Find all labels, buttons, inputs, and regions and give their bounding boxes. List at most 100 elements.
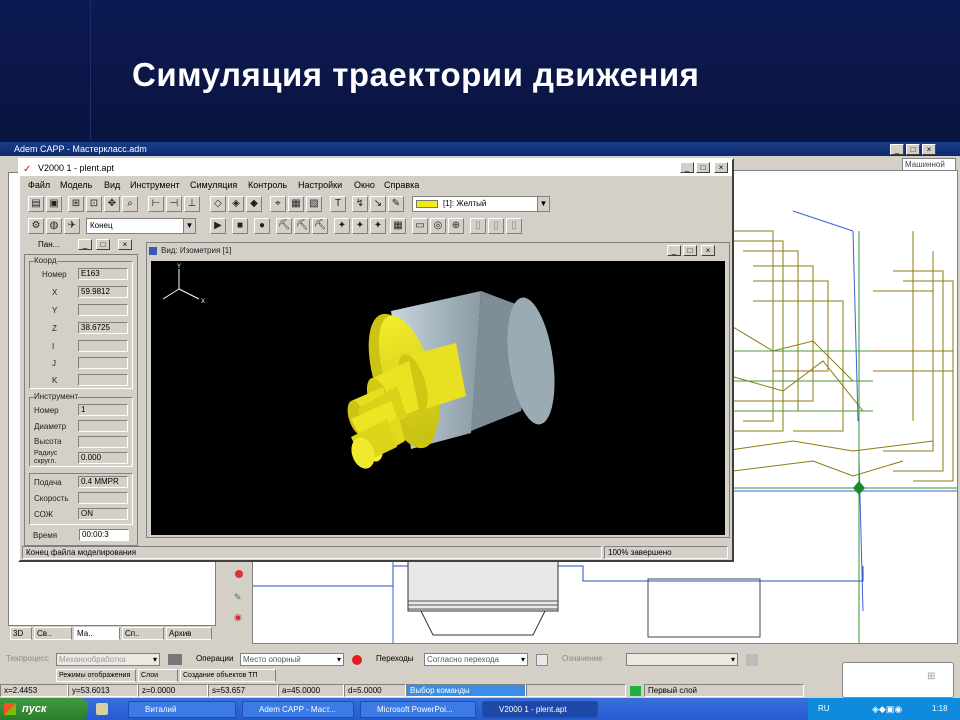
operation-combo[interactable]: Место опорный bbox=[240, 653, 344, 666]
brush-icon[interactable]: ✎ bbox=[388, 196, 404, 212]
menu-view[interactable]: Вид bbox=[104, 180, 120, 190]
operation-record-icon[interactable] bbox=[352, 655, 362, 665]
shade-icon[interactable]: ◆ bbox=[246, 196, 262, 212]
slide-divider bbox=[90, 0, 91, 140]
sim-e-icon[interactable]: ✦ bbox=[352, 218, 368, 234]
view-close-button[interactable]: × bbox=[701, 245, 715, 256]
v2000-close-button[interactable]: × bbox=[714, 162, 728, 173]
tool-icon[interactable]: ✎ bbox=[234, 592, 242, 603]
time-field: 00:00:3 bbox=[79, 529, 129, 541]
notation-icon[interactable] bbox=[746, 654, 758, 666]
trace-icon[interactable]: ↘ bbox=[370, 196, 386, 212]
tab-3d[interactable]: 3D bbox=[10, 627, 32, 640]
sim-g-icon[interactable]: ▭ bbox=[412, 218, 428, 234]
sim-k-icon[interactable]: ▯ bbox=[488, 218, 504, 234]
measure-icon[interactable]: ▦ bbox=[288, 196, 304, 212]
panel-minimize-button[interactable]: _ bbox=[78, 239, 92, 250]
sim-b-icon[interactable]: ⛏ bbox=[294, 218, 310, 234]
menu-control[interactable]: Контроль bbox=[248, 180, 287, 190]
tool-display-icon[interactable]: T bbox=[330, 196, 346, 212]
fit-icon[interactable]: ⊞ bbox=[68, 196, 84, 212]
panel-close-button[interactable]: × bbox=[118, 239, 132, 250]
menu-file[interactable]: Файл bbox=[28, 180, 50, 190]
pan-icon[interactable]: ✥ bbox=[104, 196, 120, 212]
sim-l-icon[interactable]: ▯ bbox=[506, 218, 522, 234]
sim-f-icon[interactable]: ✦ bbox=[370, 218, 386, 234]
section-icon[interactable]: ▧ bbox=[306, 196, 322, 212]
view-yz-icon[interactable]: ⊣ bbox=[166, 196, 182, 212]
tab-properties[interactable]: Св.. bbox=[34, 627, 72, 640]
techprocess-icon[interactable] bbox=[168, 654, 182, 665]
view-minimize-button[interactable]: _ bbox=[667, 245, 681, 256]
sim-progress-text: 100% завершено bbox=[604, 546, 728, 559]
panel-maximize-button[interactable]: □ bbox=[96, 239, 110, 250]
hidden-icon[interactable]: ◈ bbox=[228, 196, 244, 212]
transition-combo[interactable]: Согласно перехода bbox=[424, 653, 528, 666]
view-xy-icon[interactable]: ⊥ bbox=[184, 196, 200, 212]
wire-icon[interactable]: ◇ bbox=[210, 196, 226, 212]
sim-d-icon[interactable]: ✦ bbox=[334, 218, 350, 234]
menu-simulation[interactable]: Симуляция bbox=[190, 180, 237, 190]
step-icon[interactable]: ● bbox=[254, 218, 270, 234]
taskbar-item-v2000[interactable]: V2000 1 - plent.apt bbox=[482, 701, 598, 718]
tab-create-objects[interactable]: Создание объектов ТП bbox=[180, 669, 276, 682]
color-combo[interactable]: [1]: Желтый ▼ bbox=[412, 196, 550, 212]
sim-i-icon[interactable]: ⊕ bbox=[448, 218, 464, 234]
taskbar: пуск Виталий Adem CAPP - Маст... Microso… bbox=[0, 698, 960, 720]
sim-c-icon[interactable]: ⛏ bbox=[312, 218, 328, 234]
sim-h-icon[interactable]: ◎ bbox=[430, 218, 446, 234]
zoom-icon[interactable]: ⌕ bbox=[122, 196, 138, 212]
menu-model[interactable]: Модель bbox=[60, 180, 92, 190]
vertical-toolbar: ✎ ◉ bbox=[226, 560, 250, 642]
simulation-canvas[interactable]: Y X bbox=[151, 261, 725, 535]
sim-j-icon[interactable]: ▯ bbox=[470, 218, 486, 234]
menu-window[interactable]: Окно bbox=[354, 180, 375, 190]
menu-help[interactable]: Справка bbox=[384, 180, 419, 190]
taskbar-item-adem[interactable]: Adem CAPP - Маст... bbox=[242, 701, 354, 718]
outer-minimize-button[interactable]: _ bbox=[890, 144, 904, 155]
play-icon[interactable]: ▶ bbox=[210, 218, 226, 234]
tab-layers[interactable]: Слои bbox=[138, 669, 178, 682]
outer-close-button[interactable]: × bbox=[922, 144, 936, 155]
sim-settings-icon[interactable]: ⚙ bbox=[28, 218, 44, 234]
mode-combo[interactable]: Конец ▼ bbox=[86, 218, 196, 234]
view-xz-icon[interactable]: ⊢ bbox=[148, 196, 164, 212]
open-icon[interactable]: ▤ bbox=[28, 196, 44, 212]
quicklaunch-icon[interactable] bbox=[96, 703, 108, 715]
chevron-down-icon[interactable]: ▼ bbox=[183, 219, 195, 233]
tool-label-0: Номер bbox=[34, 406, 59, 415]
lang-indicator[interactable]: RU bbox=[818, 698, 830, 720]
zoom-window-icon[interactable]: ⊡ bbox=[86, 196, 102, 212]
tool-field-1 bbox=[78, 420, 128, 432]
select-icon[interactable]: ⌖ bbox=[270, 196, 286, 212]
stop-icon[interactable]: ■ bbox=[232, 218, 248, 234]
menu-tool[interactable]: Инструмент bbox=[130, 180, 180, 190]
taskbar-item-folder[interactable]: Виталий bbox=[128, 701, 236, 718]
tray-icons[interactable]: ◈◆▣◉ bbox=[872, 698, 902, 720]
techprocess-combo[interactable]: Механообработка bbox=[56, 653, 160, 666]
tab-spec[interactable]: Сп.. bbox=[122, 627, 164, 640]
marker-icon[interactable]: ◉ bbox=[234, 612, 242, 623]
help-popup: ⊞ bbox=[842, 662, 954, 698]
grid-icon[interactable]: ▦ bbox=[390, 218, 406, 234]
save-icon[interactable]: ▣ bbox=[46, 196, 62, 212]
chevron-down-icon[interactable]: ▼ bbox=[537, 197, 549, 211]
sim-a-icon[interactable]: ⛏ bbox=[276, 218, 292, 234]
coord-label-4: I bbox=[52, 342, 55, 351]
transition-icon[interactable] bbox=[536, 654, 548, 666]
outer-maximize-button[interactable]: □ bbox=[906, 144, 920, 155]
tab-display-modes[interactable]: Режимы отображения bbox=[56, 669, 136, 682]
view-maximize-button[interactable]: □ bbox=[683, 245, 697, 256]
path-icon[interactable]: ↯ bbox=[352, 196, 368, 212]
tab-machining[interactable]: Ма.. bbox=[74, 627, 120, 640]
view-window-icon bbox=[149, 247, 157, 255]
sim-fly-icon[interactable]: ✈ bbox=[64, 218, 80, 234]
v2000-maximize-button[interactable]: □ bbox=[696, 162, 710, 173]
record-icon[interactable] bbox=[235, 570, 243, 578]
tab-archive[interactable]: Архив bbox=[166, 627, 212, 640]
notation-combo[interactable] bbox=[626, 653, 738, 666]
menu-settings[interactable]: Настройки bbox=[298, 180, 342, 190]
taskbar-item-powerpoint[interactable]: Microsoft PowerPoi... bbox=[360, 701, 476, 718]
v2000-minimize-button[interactable]: _ bbox=[680, 162, 694, 173]
sim-globe-icon[interactable]: ◍ bbox=[46, 218, 62, 234]
